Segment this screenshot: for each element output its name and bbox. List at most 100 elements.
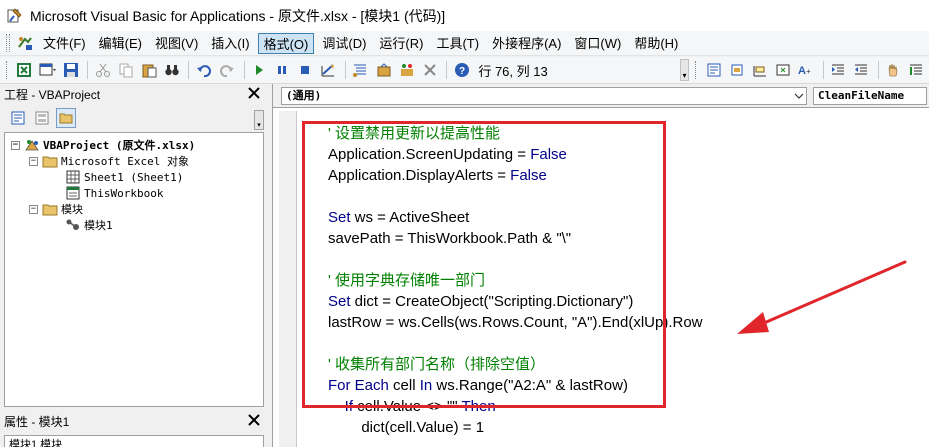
help-button[interactable]: ? <box>451 59 472 81</box>
collapse-toggle[interactable]: − <box>11 140 20 150</box>
object-combo[interactable]: (通用) <box>281 87 807 105</box>
folder-icon <box>42 156 58 168</box>
menu-edit[interactable]: 编辑(E) <box>94 33 147 54</box>
excel-icon <box>17 63 32 77</box>
cut-icon <box>95 63 110 77</box>
code-text: dict(cell.Value) = 1 <box>328 419 485 436</box>
tree-item-vbaproject[interactable]: − VBAProject (原文件.xlsx) <box>11 137 195 153</box>
tree-item-module1[interactable]: 模块1 <box>65 217 113 233</box>
tree-item-thisworkbook[interactable]: ThisWorkbook <box>65 185 163 201</box>
properties-button[interactable] <box>373 59 394 81</box>
save-button[interactable] <box>60 59 81 81</box>
code-text: lastRow = ws.Cells(ws.Rows.Count, "A").E… <box>328 314 703 331</box>
tree-item-modules[interactable]: − 模块 <box>29 201 83 217</box>
toolbar-overflow[interactable]: ▾ <box>679 59 690 81</box>
code-editor[interactable]: ' 设置禁用更新以提高性能 Application.ScreenUpdating … <box>298 111 929 447</box>
title-bar: Microsoft Visual Basic for Applications … <box>0 0 929 31</box>
collapse-toggle[interactable]: − <box>29 156 38 166</box>
break-button[interactable] <box>272 59 293 81</box>
toolbox-button[interactable] <box>419 59 440 81</box>
svg-text:+: + <box>806 67 811 76</box>
procedure-combo-value: CleanFileName <box>818 89 905 102</box>
code-line: dict(cell.Value) = 1 <box>328 417 484 438</box>
menu-format[interactable]: 格式(O) <box>257 32 315 54</box>
workbook-icon <box>66 186 80 200</box>
excel-vba-icon[interactable] <box>16 34 34 52</box>
insert-userform-button[interactable] <box>37 59 58 81</box>
paste-button[interactable] <box>138 59 159 81</box>
reset-button[interactable] <box>295 59 316 81</box>
redo-button[interactable] <box>217 59 238 81</box>
code-line: savePath = ThisWorkbook.Path & "\" <box>328 228 571 249</box>
code-comment: ' 设置禁用更新以提高性能 <box>328 125 501 142</box>
edit-list-properties-button[interactable] <box>703 59 724 81</box>
sheet-icon <box>66 170 80 184</box>
standard-toolbar: ? 行 76, 列 13 ▾ A + <box>0 57 929 84</box>
menu-insert[interactable]: 插入(I) <box>206 33 254 54</box>
menu-help[interactable]: 帮助(H) <box>629 33 683 54</box>
project-explorer-button[interactable] <box>350 59 371 81</box>
code-line: Application.DisplayAlerts = False <box>328 165 547 186</box>
tree-label: Microsoft Excel 对象 <box>61 155 189 168</box>
menu-debug[interactable]: 调试(D) <box>317 33 371 54</box>
code-line: Set ws = ActiveSheet <box>328 207 469 228</box>
code-line: If cell.Value <> "" Then <box>328 396 496 417</box>
toolbar-separator <box>87 61 89 79</box>
code-text: cell <box>388 377 420 394</box>
close-icon[interactable] <box>246 412 262 428</box>
find-button[interactable] <box>161 59 182 81</box>
undo-button[interactable] <box>193 59 214 81</box>
close-icon[interactable] <box>246 85 262 101</box>
chevron-down-icon <box>794 93 804 99</box>
svg-text:?: ? <box>459 66 465 77</box>
view-object-button[interactable] <box>32 108 52 128</box>
vba-app-icon <box>7 7 22 22</box>
toolbar-grip[interactable] <box>695 61 699 79</box>
outdent-button[interactable] <box>851 59 872 81</box>
code-text: ws.Range("A2:A" & lastRow) <box>432 377 628 394</box>
project-panel-toolbar: ▾ <box>0 106 268 130</box>
copy-icon <box>119 63 133 78</box>
object-browser-button[interactable] <box>396 59 417 81</box>
indent-button[interactable] <box>828 59 849 81</box>
properties-object-select[interactable]: 模块1 模块 <box>4 435 264 447</box>
design-mode-button[interactable] <box>318 59 339 81</box>
menu-grip[interactable] <box>6 34 10 52</box>
quick-info-button[interactable] <box>749 59 770 81</box>
margin-indicator-bar[interactable] <box>279 111 297 447</box>
redo-icon <box>220 65 235 78</box>
toolbar-separator <box>877 61 879 79</box>
toggle-breakpoint-button[interactable] <box>883 59 904 81</box>
toolbar-separator <box>446 61 448 79</box>
menu-run[interactable]: 运行(R) <box>374 33 428 54</box>
run-button[interactable] <box>249 59 270 81</box>
menu-view[interactable]: 视图(V) <box>150 33 203 54</box>
list-constants-button[interactable] <box>726 59 747 81</box>
code-keyword: Set <box>328 293 351 310</box>
menu-addins[interactable]: 外接程序(A) <box>487 33 566 54</box>
toggle-folders-button[interactable] <box>56 108 76 128</box>
menu-tools[interactable]: 工具(T) <box>431 33 484 54</box>
menu-window[interactable]: 窗口(W) <box>569 33 626 54</box>
complete-word-button[interactable]: A + <box>796 59 817 81</box>
binoculars-icon <box>165 65 179 76</box>
code-keyword: Set <box>328 209 351 226</box>
procedure-combo[interactable]: CleanFileName <box>813 87 927 105</box>
cut-button[interactable] <box>92 59 113 81</box>
tree-item-excel-objects[interactable]: − Microsoft Excel 对象 <box>29 153 189 169</box>
folder-icon <box>42 204 58 216</box>
project-toolbar-scroll[interactable]: ▾ <box>254 110 264 130</box>
view-excel-button[interactable] <box>14 59 35 81</box>
toolbar-grip[interactable] <box>6 61 10 79</box>
tree-item-sheet1[interactable]: Sheet1 (Sheet1) <box>65 169 183 185</box>
toolbar-separator <box>822 61 824 79</box>
comment-block-button[interactable] <box>906 59 927 81</box>
copy-button[interactable] <box>115 59 136 81</box>
code-line: lastRow = ws.Cells(ws.Rows.Count, "A").E… <box>328 312 703 333</box>
tree-label: ThisWorkbook <box>84 186 164 200</box>
view-code-button[interactable] <box>8 108 28 128</box>
menu-file[interactable]: 文件(F) <box>38 33 91 54</box>
collapse-toggle[interactable]: − <box>29 204 38 214</box>
toolbar-separator <box>188 61 190 79</box>
parameter-info-button[interactable] <box>773 59 794 81</box>
